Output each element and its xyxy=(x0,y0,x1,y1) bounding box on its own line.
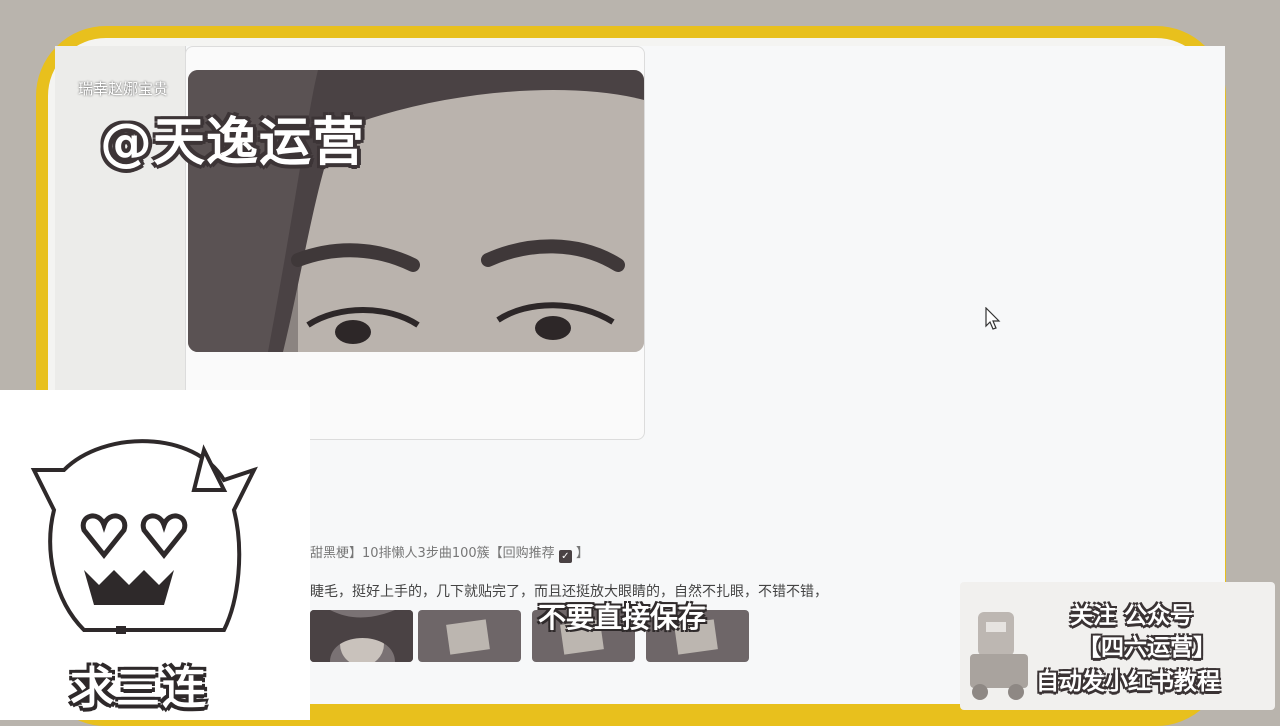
promo-line-3: 自动发小红书教程 xyxy=(1036,669,1220,695)
mouse-cursor-icon xyxy=(985,306,1001,335)
promo-line-2: 【四六运营】 xyxy=(1078,635,1216,661)
watermark-main-text: @天逸运营 xyxy=(100,113,366,173)
thumbnail-image[interactable] xyxy=(418,610,521,662)
post-title: 甜黑梗】10排懒人3步曲100簇【回购推荐 ✓ 】 xyxy=(310,542,589,563)
promo-line-1: 关注 公众号 xyxy=(1070,603,1194,629)
post-title-text: 甜黑梗】10排懒人3步曲100簇【回购推荐 xyxy=(310,546,555,561)
robot-icon xyxy=(964,604,1034,702)
check-icon: ✓ xyxy=(558,550,572,563)
watermark-top-text: 瑞幸赵娜宝贵 xyxy=(78,80,169,98)
thumbnail-image[interactable] xyxy=(310,610,413,662)
video-subtitle: 不要直接保存 xyxy=(538,601,707,634)
mascot-illustration xyxy=(24,430,264,650)
mascot-caption: 求三连 xyxy=(70,663,208,714)
post-title-suffix: 】 xyxy=(575,546,589,561)
